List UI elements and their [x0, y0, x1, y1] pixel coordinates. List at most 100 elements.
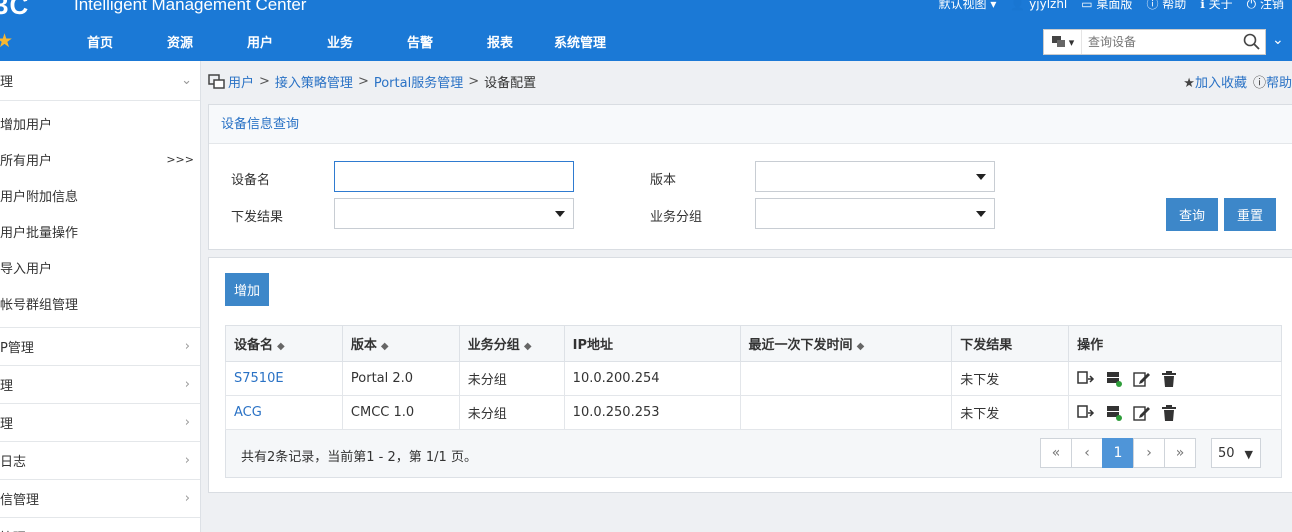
nav-report[interactable]: 报表: [487, 32, 513, 51]
result-select[interactable]: [334, 198, 574, 229]
table-header: 设备名 ◆ 版本 ◆ 业务分组 ◆ IP地址 最近一次下发时间 ◆ 下发结果 操作: [225, 325, 1282, 362]
chevron-double-down-icon[interactable]: ⌄: [1272, 32, 1284, 48]
nav-resource[interactable]: 资源: [167, 32, 193, 51]
nav-home[interactable]: 首页: [87, 32, 113, 51]
cell-ip: 10.0.250.253: [563, 395, 741, 430]
sidebar-item-account-group[interactable]: 帐号群组管理: [0, 285, 200, 321]
sidebar-item-add-user[interactable]: 增加用户: [0, 105, 200, 141]
group-select[interactable]: [755, 198, 995, 229]
group-label: 业务分组: [650, 210, 703, 225]
device-name-link[interactable]: ACG: [234, 405, 262, 420]
server-config-icon[interactable]: [1105, 370, 1123, 388]
sidebar-group-1[interactable]: P管理 ›: [0, 327, 200, 365]
reset-button[interactable]: 重置: [1224, 198, 1276, 231]
col-ip: IP地址: [563, 325, 741, 362]
sidebar-group-label: 信管理: [0, 493, 40, 508]
deploy-icon[interactable]: [1077, 370, 1095, 388]
col-ops: 操作: [1068, 325, 1282, 362]
add-device-button[interactable]: 增加: [225, 273, 269, 306]
sidebar-item-label: 增加用户: [0, 117, 53, 133]
caret-down-icon: [976, 211, 986, 217]
table-footer: 共有2条记录，当前第1 - 2，第 1/1 页。 « ‹ 1 › » 50 ▼: [225, 430, 1282, 478]
breadcrumb-access-policy[interactable]: 接入策略管理: [275, 72, 353, 91]
help-link[interactable]: ⓘ 帮助: [1146, 0, 1186, 12]
col-label: IP地址: [572, 338, 614, 353]
last-page-button[interactable]: »: [1164, 438, 1196, 468]
col-group[interactable]: 业务分组 ◆: [458, 325, 565, 362]
app-title: Intelligent Management Center: [74, 0, 307, 14]
default-view-menu[interactable]: 默认视图 ▾: [939, 0, 997, 12]
add-favorite-link[interactable]: ★加入收藏: [1183, 72, 1247, 91]
star-icon[interactable]: ★: [0, 30, 13, 52]
sort-icon: ◆: [277, 341, 285, 352]
logout-link[interactable]: ⏻ 注销: [1247, 0, 1284, 12]
nav-system[interactable]: 系统管理: [554, 32, 606, 51]
page-1-button[interactable]: 1: [1102, 438, 1134, 468]
col-last-time[interactable]: 最近一次下发时间 ◆: [739, 325, 953, 362]
help-circle-icon: ⓘ: [1252, 76, 1266, 91]
chevron-down-icon: ▼: [1244, 448, 1253, 461]
page-size-select[interactable]: 50 ▼: [1211, 438, 1261, 468]
col-device-name[interactable]: 设备名 ◆: [225, 325, 343, 362]
edit-icon[interactable]: [1133, 370, 1151, 388]
nav-alarm[interactable]: 告警: [407, 32, 433, 51]
breadcrumb: 用户 > 接入策略管理 > Portal服务管理 > 设备配置: [208, 72, 536, 91]
search-type-dropdown[interactable]: ▾: [1044, 30, 1082, 54]
version-select[interactable]: [755, 161, 995, 192]
sort-icon: ◆: [523, 341, 532, 352]
sidebar-section-label: 理: [0, 75, 14, 90]
main-nav: ★ 首页 资源 用户 业务 告警 报表 系统管理 ▾ ⌄: [0, 22, 1292, 61]
breadcrumb-user[interactable]: 用户: [228, 72, 254, 91]
sidebar-group-2[interactable]: 理 ›: [0, 365, 200, 403]
nav-service[interactable]: 业务: [327, 32, 353, 51]
desktop-label: 桌面版: [1096, 0, 1133, 11]
search-input[interactable]: [1082, 30, 1239, 54]
sort-icon: ◆: [380, 341, 389, 352]
chevron-right-icon: ›: [184, 339, 190, 354]
table-row: S7510E Portal 2.0 未分组 10.0.200.254 未下发: [225, 361, 1282, 396]
search-icon: [1243, 33, 1260, 50]
nav-user[interactable]: 用户: [247, 32, 273, 51]
sidebar-item-label: 用户附加信息: [0, 189, 79, 205]
sidebar-item-batch-ops[interactable]: 用户批量操作: [0, 213, 200, 249]
sidebar-group-4[interactable]: 日志 ›: [0, 441, 200, 479]
device-list-panel: 增加 设备名 ◆ 版本 ◆ 业务分组 ◆ IP地址 最近一次下发时间 ◆ 下发结果 操作…: [208, 257, 1292, 493]
sidebar-group-3[interactable]: 理 ›: [0, 403, 200, 441]
edit-icon[interactable]: [1133, 404, 1151, 422]
sidebar-group-6[interactable]: 管理›: [0, 517, 200, 532]
next-page-button[interactable]: ›: [1133, 438, 1165, 468]
col-version[interactable]: 版本 ◆: [341, 325, 460, 362]
prev-page-button[interactable]: ‹: [1071, 438, 1103, 468]
device-name-link[interactable]: S7510E: [234, 371, 284, 386]
query-button[interactable]: 查询: [1166, 198, 1218, 231]
desktop-link[interactable]: ▭ 桌面版: [1081, 0, 1132, 12]
sidebar-group-5[interactable]: 信管理 ›: [0, 479, 200, 517]
page-help-link[interactable]: ⓘ帮助: [1253, 72, 1292, 91]
device-name-input[interactable]: [334, 161, 574, 192]
sidebar-item-import-user[interactable]: 导入用户: [0, 249, 200, 285]
deploy-icon[interactable]: [1077, 404, 1095, 422]
breadcrumb-icon: [208, 73, 225, 89]
server-config-icon[interactable]: [1105, 404, 1123, 422]
col-result: 下发结果: [951, 325, 1070, 362]
about-label: 关于: [1208, 0, 1233, 11]
breadcrumb-portal-service[interactable]: Portal服务管理: [374, 72, 463, 91]
sidebar-item-user-extra-info[interactable]: 用户附加信息: [0, 177, 200, 213]
help-label: 帮助: [1162, 0, 1187, 11]
header-actions: 默认视图 ▾ 👤 yjylzhl ▭ 桌面版 ⓘ 帮助 ℹ 关于 ⏻ 注销: [939, 0, 1292, 12]
sidebar-item-all-users[interactable]: 所有用户 >>>: [0, 141, 200, 177]
sidebar-group-label: P管理: [0, 341, 34, 356]
first-page-button[interactable]: «: [1040, 438, 1072, 468]
sidebar-section-user-manage[interactable]: 理 ⌄: [0, 61, 200, 101]
breadcrumb-separator: >: [259, 74, 270, 89]
device-name-label: 设备名: [231, 173, 271, 188]
user-menu[interactable]: 👤 yjylzhl: [1010, 0, 1067, 11]
sidebar-group-label: 理: [0, 379, 14, 394]
record-summary: 共有2条记录，当前第1 - 2，第 1/1 页。: [241, 450, 477, 465]
cell-last-time: [739, 361, 953, 396]
delete-icon[interactable]: [1161, 370, 1177, 388]
search-button[interactable]: [1239, 30, 1265, 54]
about-link[interactable]: ℹ 关于: [1200, 0, 1232, 12]
page-help-label: 帮助: [1265, 76, 1292, 91]
delete-icon[interactable]: [1161, 404, 1177, 422]
